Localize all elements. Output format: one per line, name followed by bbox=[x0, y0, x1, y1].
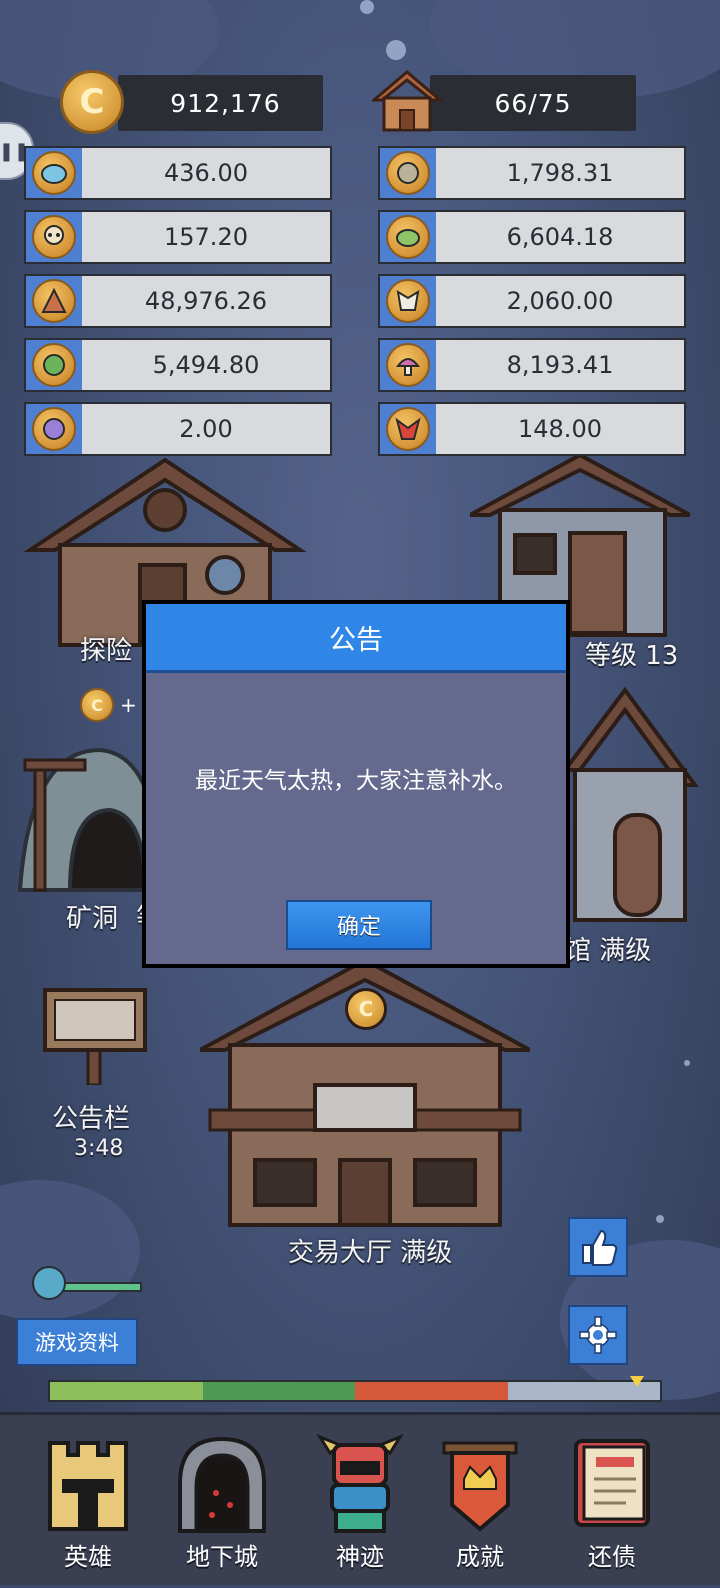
like-button[interactable] bbox=[568, 1217, 628, 1277]
book-icon bbox=[574, 1439, 650, 1527]
nav-label: 成就 bbox=[456, 1543, 504, 1571]
housing-value: 66/75 bbox=[494, 88, 572, 118]
skull-icon bbox=[32, 215, 76, 259]
sparkle bbox=[386, 40, 406, 60]
castle-icon bbox=[48, 1441, 128, 1531]
mushroom-icon bbox=[386, 343, 430, 387]
resource-cell-zombie: 1,798.31 bbox=[378, 146, 686, 200]
notice-board-label: 公告栏 bbox=[52, 1104, 131, 1134]
gold-value: 912,176 bbox=[170, 88, 281, 118]
coin-plus: + bbox=[120, 693, 137, 717]
confirm-button[interactable]: 确定 bbox=[286, 900, 432, 950]
resource-value: 5,494.80 bbox=[152, 351, 260, 379]
progress-segment-spring bbox=[50, 1382, 203, 1400]
bush bbox=[0, 1180, 140, 1320]
sparkle bbox=[684, 1060, 690, 1066]
nav-dungeon[interactable]: 地下城 bbox=[150, 1415, 294, 1588]
housing-counter: 66/75 bbox=[430, 75, 636, 131]
mine-name: 矿洞 bbox=[66, 904, 119, 934]
notice-board[interactable] bbox=[40, 975, 150, 1085]
gear-icon bbox=[579, 1316, 617, 1354]
trade-hall-label: 交易大厅 满级 bbox=[288, 1238, 453, 1268]
goblin-icon bbox=[386, 215, 430, 259]
resource-cell-imp: 2.00 bbox=[24, 402, 332, 456]
coin-icon: C bbox=[80, 688, 114, 722]
resource-cell-mushroom: 8,193.41 bbox=[378, 338, 686, 392]
resource-value: 6,604.18 bbox=[506, 223, 614, 251]
thumbs-up-icon bbox=[582, 1229, 618, 1266]
slime-icon bbox=[32, 151, 76, 195]
zombie-icon bbox=[386, 151, 430, 195]
dialog-title: 公告 bbox=[146, 604, 566, 673]
sparkle bbox=[360, 0, 374, 14]
resource-cell-skull: 157.20 bbox=[24, 210, 332, 264]
dungeon-icon bbox=[178, 1436, 266, 1533]
house-icon bbox=[372, 70, 442, 132]
bottom-nav: 英雄 地下城 神迹 成就 还债 bbox=[0, 1412, 720, 1585]
nav-label: 英雄 bbox=[64, 1543, 112, 1571]
sparkle bbox=[656, 1215, 664, 1223]
resource-cell-wolf: 2,060.00 bbox=[378, 274, 686, 328]
banner-icon bbox=[442, 1441, 518, 1532]
trade-hall-coin-sign: C bbox=[345, 988, 387, 1030]
resource-value: 1,798.31 bbox=[506, 159, 614, 187]
tavern-label: 馆 满级 bbox=[565, 936, 652, 966]
resource-value: 2,060.00 bbox=[506, 287, 614, 315]
nav-heroes[interactable]: 英雄 bbox=[16, 1415, 160, 1588]
notice-board-timer: 3:48 bbox=[74, 1136, 124, 1161]
nav-achievements[interactable]: 成就 bbox=[408, 1415, 552, 1588]
resource-cell-treant: 48,976.26 bbox=[24, 274, 332, 328]
nav-label: 地下城 bbox=[186, 1543, 258, 1571]
house-level-label: 等级 13 bbox=[585, 641, 679, 671]
wolf-icon bbox=[386, 279, 430, 323]
nav-debt[interactable]: 还债 bbox=[540, 1415, 684, 1588]
tavern-building[interactable] bbox=[565, 680, 700, 925]
game-info-button[interactable]: 游戏资料 bbox=[16, 1318, 138, 1366]
nav-label: 还债 bbox=[588, 1543, 636, 1571]
resource-cell-goblin: 6,604.18 bbox=[378, 210, 686, 264]
gold-counter: 912,176 bbox=[118, 75, 323, 131]
season-progress-bar bbox=[48, 1380, 662, 1402]
treant-icon bbox=[32, 279, 76, 323]
dialog-message: 最近天气太热，大家注意补水。 bbox=[195, 768, 517, 794]
coin-income-indicator: C + bbox=[80, 688, 137, 722]
dragon-icon bbox=[386, 407, 430, 451]
resource-value: 157.20 bbox=[164, 223, 248, 251]
gold-coin-icon: C bbox=[60, 70, 124, 134]
nav-label: 神迹 bbox=[336, 1543, 384, 1571]
explore-label: 探险 bbox=[80, 636, 133, 666]
orc-icon bbox=[32, 343, 76, 387]
resource-value: 2.00 bbox=[179, 415, 233, 443]
announcement-dialog: 公告 最近天气太热，大家注意补水。 确定 bbox=[142, 600, 570, 968]
resource-cell-orc: 5,494.80 bbox=[24, 338, 332, 392]
moon-icon bbox=[32, 1266, 66, 1300]
settings-button[interactable] bbox=[568, 1305, 628, 1365]
resource-value: 8,193.41 bbox=[506, 351, 614, 379]
progress-segment-summer bbox=[202, 1382, 355, 1400]
resource-value: 148.00 bbox=[518, 415, 602, 443]
progress-segment-autumn bbox=[355, 1382, 508, 1400]
totem-icon bbox=[316, 1433, 404, 1533]
imp-icon bbox=[32, 407, 76, 451]
speed-slider[interactable] bbox=[24, 1266, 142, 1300]
resource-value: 48,976.26 bbox=[144, 287, 268, 315]
resource-cell-slime: 436.00 bbox=[24, 146, 332, 200]
progress-marker-icon bbox=[630, 1376, 644, 1387]
resource-value: 436.00 bbox=[164, 159, 248, 187]
resource-cell-dragon: 148.00 bbox=[378, 402, 686, 456]
